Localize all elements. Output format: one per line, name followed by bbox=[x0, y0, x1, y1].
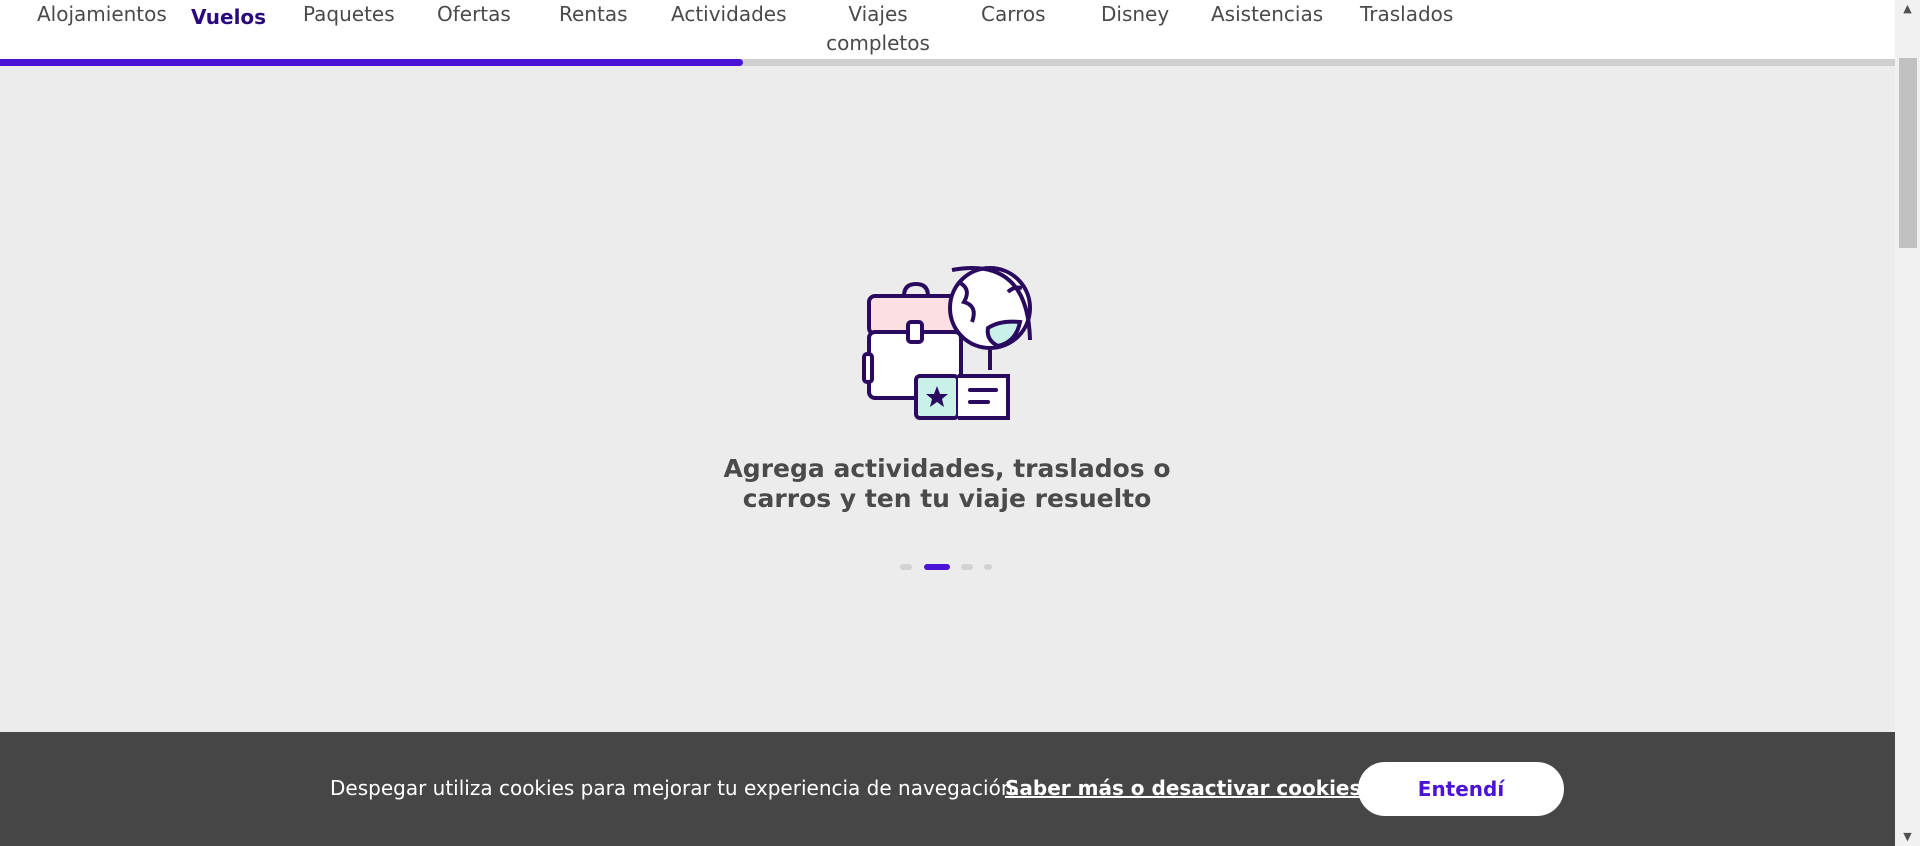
scrollbar-thumb[interactable] bbox=[1899, 58, 1917, 248]
slide-caption: Agrega actividades, traslados o carros y… bbox=[723, 454, 1171, 513]
nav-tab-disney[interactable]: Disney bbox=[1101, 0, 1169, 29]
nav-tab-paquetes[interactable]: Paquetes bbox=[303, 0, 395, 29]
nav-tab-carros[interactable]: Carros bbox=[981, 0, 1046, 29]
briefcase-globe-ticket-icon bbox=[862, 266, 1032, 420]
nav-tab-actividades[interactable]: Actividades bbox=[671, 0, 787, 29]
carousel-pagination bbox=[0, 564, 1895, 572]
scroll-down-icon[interactable]: ▼ bbox=[1895, 828, 1920, 846]
carousel-dot[interactable] bbox=[984, 564, 992, 570]
cookie-banner: Despegar utiliza cookies para mejorar tu… bbox=[0, 732, 1895, 846]
cookie-settings-link[interactable]: Saber más o desactivar cookies. bbox=[1005, 776, 1369, 800]
nav-tab-traslados[interactable]: Traslados bbox=[1360, 0, 1453, 29]
nav-tab-ofertas[interactable]: Ofertas bbox=[437, 0, 511, 29]
carousel-dot[interactable] bbox=[900, 564, 912, 570]
scroll-up-icon[interactable]: ▲ bbox=[1895, 0, 1920, 18]
nav-progress-fill bbox=[0, 59, 743, 66]
nav-tab-rentas[interactable]: Rentas bbox=[559, 0, 628, 29]
nav-tab-asistencias[interactable]: Asistencias bbox=[1211, 0, 1323, 29]
nav-tab-viajes-completos[interactable]: Viajes completos bbox=[823, 0, 933, 58]
carousel-dot[interactable] bbox=[961, 564, 973, 570]
nav-tab-vuelos[interactable]: Vuelos bbox=[191, 3, 266, 32]
cookie-message: Despegar utiliza cookies para mejorar tu… bbox=[330, 776, 1020, 800]
nav-progress-track bbox=[0, 59, 1895, 66]
nav-tab-alojamientos[interactable]: Alojamientos bbox=[37, 0, 167, 29]
accept-cookies-button[interactable]: Entendí bbox=[1358, 762, 1564, 816]
page-scrollbar[interactable]: ▲ ▼ bbox=[1895, 0, 1920, 846]
carousel-slide: Agrega actividades, traslados o carros y… bbox=[0, 66, 1895, 732]
top-navigation: Alojamientos Vuelos Paquetes Ofertas Ren… bbox=[0, 0, 1895, 59]
carousel-dot[interactable] bbox=[924, 564, 950, 570]
